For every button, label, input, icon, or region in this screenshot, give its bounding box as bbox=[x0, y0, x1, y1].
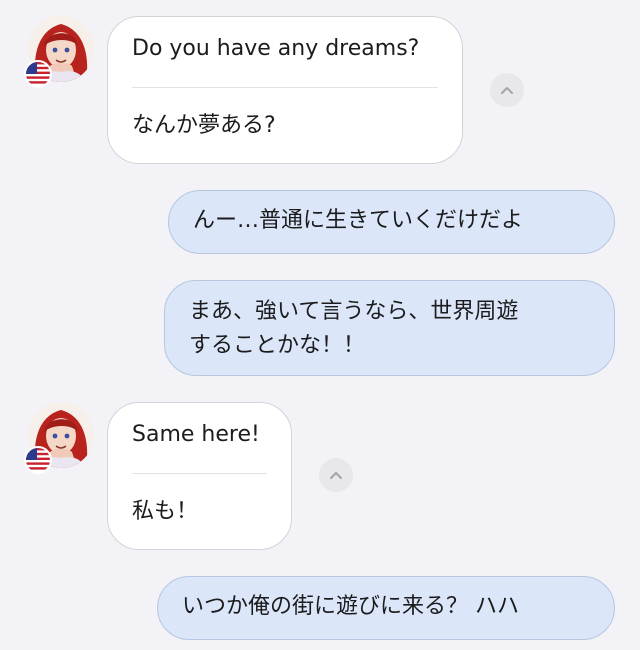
original-text: Same here! bbox=[132, 422, 260, 447]
collapse-translation-button[interactable] bbox=[319, 458, 353, 492]
translation-divider bbox=[132, 87, 438, 88]
chevron-up-icon bbox=[501, 86, 513, 94]
translated-text: なんか夢ある? bbox=[132, 113, 276, 138]
message-text: いつか俺の街に遊びに来る？ ハハ bbox=[182, 594, 519, 619]
avatar[interactable] bbox=[24, 402, 94, 474]
us-flag-icon bbox=[24, 60, 52, 88]
outgoing-message-bubble[interactable]: いつか俺の街に遊びに来る？ ハハ bbox=[157, 576, 615, 640]
chevron-up-icon bbox=[330, 471, 342, 479]
incoming-message-bubble[interactable]: Same here! 私も！ bbox=[107, 402, 292, 550]
original-text: Do you have any dreams? bbox=[132, 36, 420, 61]
avatar[interactable] bbox=[24, 16, 94, 88]
collapse-translation-button[interactable] bbox=[490, 73, 524, 107]
translated-text: 私も！ bbox=[132, 499, 199, 524]
incoming-message-bubble[interactable]: Do you have any dreams? なんか夢ある? bbox=[107, 16, 463, 164]
outgoing-message-bubble[interactable]: まあ、強いて言うなら、世界周遊 することかな！！ bbox=[164, 280, 615, 376]
us-flag-icon bbox=[24, 446, 52, 474]
message-text: まあ、強いて言うなら、世界周遊 することかな！！ bbox=[189, 299, 519, 358]
outgoing-message-bubble[interactable]: んー…普通に生きていくだけだよ bbox=[168, 190, 615, 254]
translation-divider bbox=[132, 473, 267, 474]
message-text: んー…普通に生きていくだけだよ bbox=[193, 208, 524, 233]
